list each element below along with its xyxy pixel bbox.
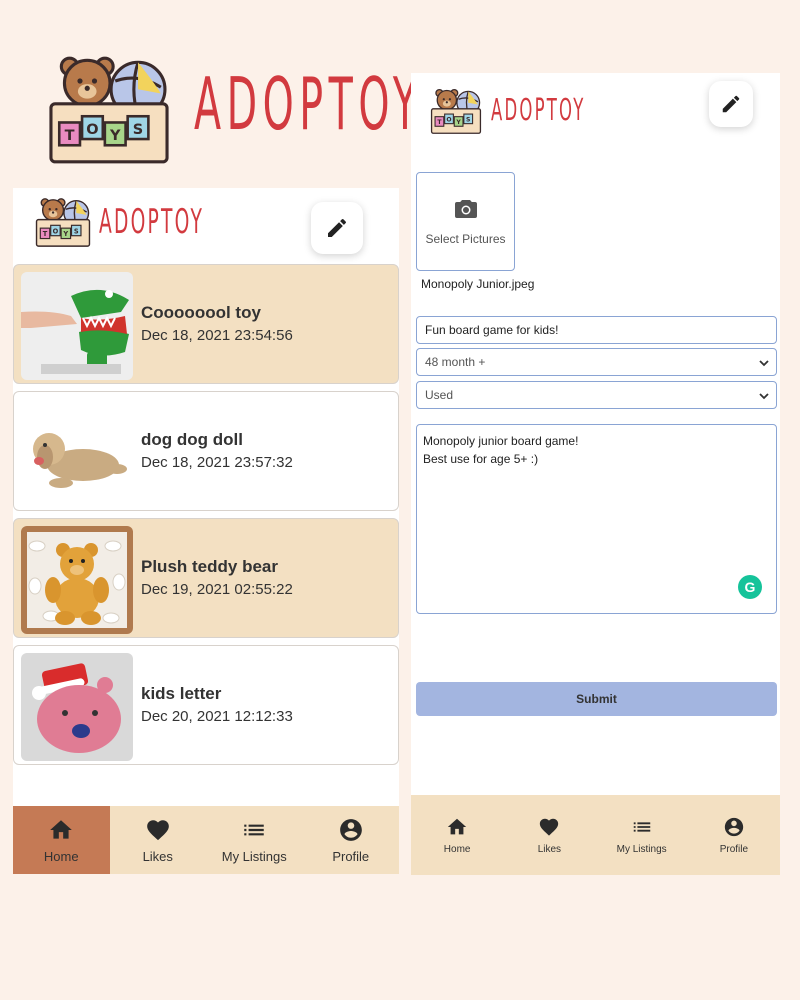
brand-name: ADOPTOY	[491, 93, 586, 128]
listing-date: Dec 18, 2021 23:57:32	[141, 454, 293, 471]
listing-card[interactable]: Plush teddy bear Dec 19, 2021 02:55:22	[13, 518, 399, 638]
listing-title: Plush teddy bear	[141, 557, 278, 576]
plush-dog-thumbnail	[21, 399, 133, 507]
condition-select-value: Used	[425, 388, 454, 402]
condition-select[interactable]: Used	[416, 381, 777, 409]
nav-profile[interactable]: Profile	[688, 795, 780, 875]
pencil-icon	[325, 216, 349, 240]
listing-card[interactable]: dog dog doll Dec 18, 2021 23:57:32	[13, 391, 399, 511]
brand-name: ADOPTOY	[99, 202, 205, 242]
nav-likes[interactable]: Likes	[110, 806, 207, 874]
nav-my-listings[interactable]: My Listings	[596, 795, 688, 875]
kids-letter-thumbnail	[21, 653, 133, 761]
select-pictures-label: Select Pictures	[425, 231, 506, 246]
camera-icon	[454, 199, 477, 218]
chevron-down-icon	[759, 360, 769, 367]
bottom-nav: Home Likes My Listings Profile	[411, 795, 780, 875]
chevron-down-icon	[759, 393, 769, 400]
listing-date: Dec 19, 2021 02:55:22	[141, 581, 293, 598]
select-pictures-button[interactable]: Select Pictures	[416, 172, 515, 271]
nav-likes-label: Likes	[537, 843, 562, 855]
heart-icon	[145, 817, 171, 843]
list-icon	[631, 816, 653, 838]
toybox-logo-icon	[33, 196, 93, 248]
nav-likes[interactable]: Likes	[503, 795, 595, 875]
toybox-logo-icon	[46, 52, 172, 166]
submit-button[interactable]: Submit	[416, 682, 777, 716]
nav-my-listings-label: My Listings	[616, 843, 667, 855]
selected-file-name: Monopoly Junior.jpeg	[421, 277, 535, 291]
description-textarea[interactable]: Monopoly junior board game! Best use for…	[416, 424, 777, 614]
nav-my-listings[interactable]: My Listings	[206, 806, 303, 874]
app-header: ADOPTOY	[13, 188, 399, 264]
account-icon	[338, 817, 364, 843]
listing-title: dog dog doll	[141, 430, 243, 449]
title-input[interactable]: Fun board game for kids!	[416, 316, 777, 344]
brand-name-large: ADOPTOY	[194, 62, 423, 146]
description-line: Best use for age 5+ :)	[423, 452, 539, 466]
heart-icon	[538, 816, 560, 838]
nav-profile-label: Profile	[332, 848, 370, 864]
list-icon	[241, 817, 267, 843]
nav-home[interactable]: Home	[411, 795, 503, 875]
grammarly-icon[interactable]: G	[738, 575, 762, 599]
feed-screen: ADOPTOY Coooooool toy Dec 18, 2021 23:54…	[13, 188, 399, 874]
nav-profile-label: Profile	[719, 843, 749, 855]
nav-home[interactable]: Home	[13, 806, 110, 874]
nav-home-label: Home	[43, 848, 79, 864]
description-line: Monopoly junior board game!	[423, 434, 579, 448]
nav-likes-label: Likes	[142, 848, 173, 864]
brand-logo-large: ADOPTOY	[46, 52, 417, 166]
home-icon	[446, 816, 468, 838]
age-select[interactable]: 48 month +	[416, 348, 777, 376]
listing-title: kids letter	[141, 684, 222, 703]
account-icon	[723, 816, 745, 838]
listing-date: Dec 20, 2021 12:12:33	[141, 708, 293, 725]
crocodile-toy-thumbnail	[21, 272, 133, 380]
bottom-nav: Home Likes My Listings Profile	[13, 806, 399, 874]
age-select-value: 48 month +	[425, 355, 486, 369]
nav-home-label: Home	[443, 843, 471, 855]
nav-my-listings-label: My Listings	[221, 848, 287, 864]
listing-title: Coooooool toy	[141, 303, 261, 322]
home-icon	[48, 817, 74, 843]
new-listing-screen: ADOPTOY Select Pictures Monopoly Junior.…	[411, 73, 780, 875]
listing-date: Dec 18, 2021 23:54:56	[141, 327, 293, 344]
listing-card[interactable]: kids letter Dec 20, 2021 12:12:33	[13, 645, 399, 765]
listing-card[interactable]: Coooooool toy Dec 18, 2021 23:54:56	[13, 264, 399, 384]
edit-button[interactable]	[709, 81, 753, 127]
toybox-logo-icon	[429, 87, 483, 135]
nav-profile[interactable]: Profile	[303, 806, 400, 874]
pencil-icon	[720, 93, 742, 115]
teddy-bear-thumbnail	[21, 526, 133, 634]
edit-button[interactable]	[311, 202, 363, 254]
